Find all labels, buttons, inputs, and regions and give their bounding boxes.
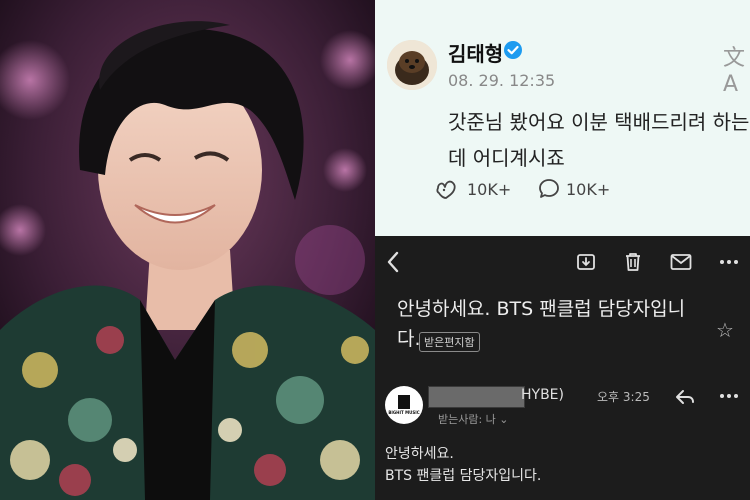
comment-button[interactable]: 10K+ [538, 178, 610, 200]
photo-panel [0, 0, 375, 500]
recipient-toggle[interactable]: 받는사람: 나 ⌄ [438, 411, 509, 427]
more-icon [720, 260, 738, 264]
mail-body: 안녕하세요. BTS 팬클럽 담당자입니다. [385, 443, 541, 487]
bighit-logo-text: BIGHIT MUSIC [388, 410, 420, 415]
like-icon [436, 180, 456, 199]
mail-icon [670, 254, 692, 270]
mail-body-line: 안녕하세요. [385, 446, 454, 462]
star-icon[interactable]: ☆ [716, 318, 734, 342]
like-count: 10K+ [467, 179, 512, 199]
sender-name-redacted [428, 386, 525, 408]
username[interactable]: 김태형 [448, 38, 503, 67]
mark-unread-button[interactable] [669, 250, 693, 274]
archive-button[interactable] [574, 250, 598, 274]
mail-body-line: BTS 팬클럽 담당자입니다. [385, 468, 542, 484]
comment-count: 10K+ [566, 179, 611, 199]
trash-icon [626, 253, 640, 271]
like-button[interactable]: 10K+ [435, 178, 511, 200]
message-more-button[interactable] [717, 384, 741, 408]
delete-button[interactable] [621, 250, 645, 274]
translate-icon[interactable]: 文A [723, 40, 750, 97]
post-text: 갓준님 봤어요 이분 택배드리려 하는 데 어디계시죠 [448, 104, 750, 176]
comment-icon [539, 179, 559, 198]
bighit-logo-mark [398, 395, 410, 409]
reply-icon[interactable] [675, 388, 695, 406]
social-post-card: 김태형 08. 29. 12:35 文A 갓준님 봤어요 이분 택배드리려 하는… [375, 0, 750, 236]
mail-view: 안녕하세요. BTS 팬클럽 담당자입니 다. 받은편지함 ☆ BIGHIT M… [375, 236, 750, 500]
portrait-photo [0, 0, 375, 500]
verified-badge-icon [503, 40, 523, 60]
sender-avatar: BIGHIT MUSIC [385, 386, 423, 424]
post-text-line: 갓준님 봤어요 이분 택배드리려 하는 [448, 110, 750, 134]
post-text-line: 데 어디계시죠 [448, 146, 565, 170]
sender-name-suffix: HYBE) [521, 387, 564, 403]
folder-badge[interactable]: 받은편지함 [419, 332, 480, 352]
archive-icon [577, 254, 595, 270]
more-button[interactable] [717, 250, 741, 274]
more-icon [720, 394, 738, 398]
back-button[interactable] [381, 250, 405, 274]
mail-subject-line: 안녕하세요. BTS 팬클럽 담당자입니 [397, 298, 686, 320]
sent-time: 오후 3:25 [597, 390, 650, 404]
back-icon [387, 251, 399, 273]
post-timestamp: 08. 29. 12:35 [448, 71, 556, 90]
avatar[interactable] [387, 40, 437, 90]
